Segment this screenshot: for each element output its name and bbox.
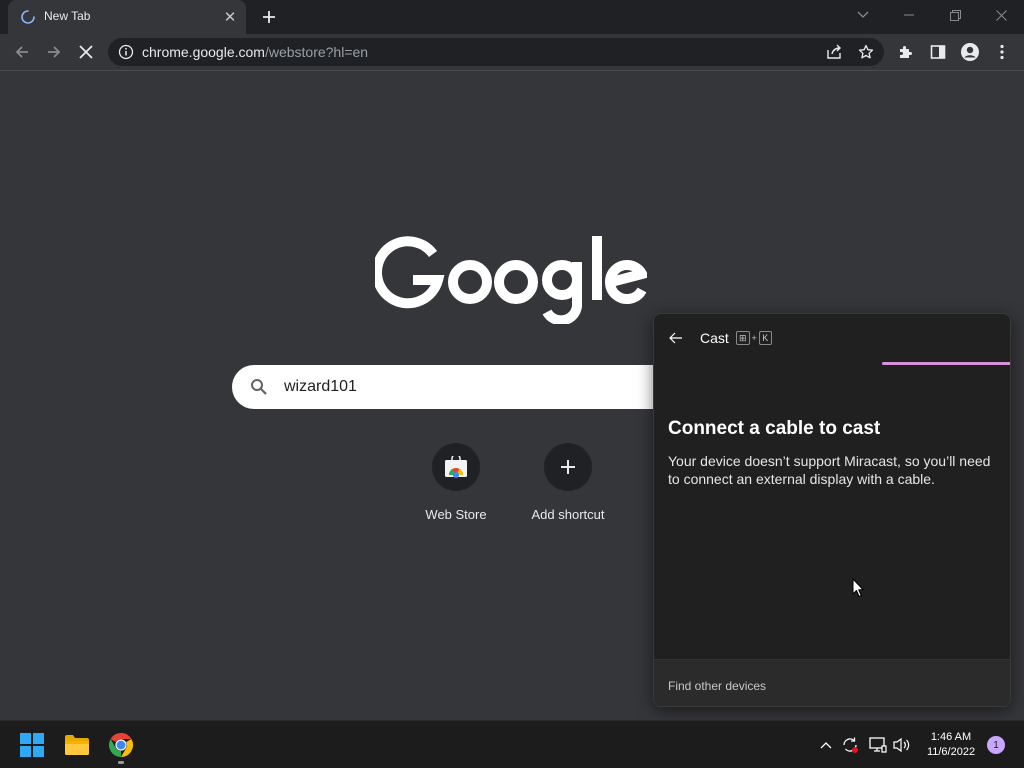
close-icon xyxy=(79,45,93,59)
close-window-button[interactable] xyxy=(978,0,1024,30)
back-button[interactable] xyxy=(666,328,686,348)
flyout-message: Your device doesn’t support Miracast, so… xyxy=(668,453,991,487)
close-icon xyxy=(995,9,1007,21)
stop-loading-button[interactable] xyxy=(72,38,100,66)
tab-new-tab[interactable]: New Tab ✕ xyxy=(8,0,246,34)
network-icon-button[interactable] xyxy=(868,735,888,755)
minimize-button[interactable] xyxy=(886,0,932,30)
show-hidden-icons-button[interactable] xyxy=(816,735,836,755)
taskbar-clock[interactable]: 1:46 AM 11/6/2022 xyxy=(916,730,986,760)
puzzle-icon xyxy=(900,46,912,58)
share-icon xyxy=(827,44,841,59)
tab-title: New Tab xyxy=(44,9,91,23)
chevron-up-icon xyxy=(820,742,832,749)
tab-strip: New Tab ✕ xyxy=(0,0,1024,34)
plus-icon xyxy=(263,11,275,23)
extensions-button[interactable] xyxy=(892,38,920,66)
star-icon xyxy=(858,44,874,59)
clock-time: 1:46 AM xyxy=(930,731,972,743)
volume-icon-button[interactable] xyxy=(892,735,912,755)
forward-button[interactable] xyxy=(40,38,68,66)
chrome-taskbar-button[interactable] xyxy=(101,725,141,765)
url-text[interactable]: chrome.google.com/webstore?hl=en xyxy=(142,44,368,60)
restore-icon xyxy=(949,9,961,21)
side-panel-button[interactable] xyxy=(924,38,952,66)
taskbar: 1:46 AM 11/6/2022 1 xyxy=(0,720,1024,768)
restore-button[interactable] xyxy=(932,0,978,30)
arrow-left-icon xyxy=(669,332,682,344)
new-tab-button[interactable] xyxy=(256,5,282,29)
arrow-right-icon xyxy=(48,46,61,58)
menu-button[interactable] xyxy=(988,38,1016,66)
search-icon xyxy=(251,379,267,395)
loading-spinner-icon xyxy=(21,10,35,24)
profile-icon xyxy=(961,43,979,61)
tab-close-icon[interactable]: ✕ xyxy=(222,9,238,26)
shortcut-icon-circle xyxy=(544,443,592,491)
back-button[interactable] xyxy=(8,38,36,66)
cast-flyout: Cast ⊞ + K Connect a cable to cast Your … xyxy=(653,313,1011,707)
browser-toolbar: chrome.google.com/webstore?hl=en xyxy=(0,34,1024,71)
folder-icon xyxy=(65,735,89,755)
profile-button[interactable] xyxy=(956,38,984,66)
file-explorer-button[interactable] xyxy=(57,725,97,765)
share-button[interactable] xyxy=(820,38,848,66)
windows-key-icon: ⊞ xyxy=(736,331,750,345)
mouse-pointer-icon xyxy=(852,578,864,597)
shortcut-icon-circle xyxy=(432,443,480,491)
searching-progress-bar xyxy=(882,362,1010,365)
tab-search-button[interactable] xyxy=(840,0,886,30)
running-indicator xyxy=(118,761,124,764)
network-icon xyxy=(869,737,887,753)
flyout-footer: Find other devices xyxy=(654,659,1010,706)
letter-key: K xyxy=(758,331,772,345)
clock-date: 11/6/2022 xyxy=(926,746,976,758)
notification-badge[interactable]: 1 xyxy=(987,736,1005,754)
flyout-heading: Connect a cable to cast xyxy=(668,418,881,439)
more-vert-icon xyxy=(1000,44,1004,60)
find-other-devices-link[interactable]: Find other devices xyxy=(668,679,766,693)
search-input[interactable]: wizard101 xyxy=(284,378,357,396)
bookmark-button[interactable] xyxy=(852,38,880,66)
minimize-icon xyxy=(904,14,914,16)
shortcut-label: Web Store xyxy=(425,507,487,522)
key-plus: + xyxy=(751,333,757,343)
sync-icon xyxy=(843,737,858,753)
sync-status-icon[interactable] xyxy=(840,735,860,755)
side-panel-icon xyxy=(930,45,946,59)
url-host: chrome.google.com xyxy=(142,44,265,60)
google-logo xyxy=(375,236,647,324)
flyout-title: Cast xyxy=(700,330,729,346)
add-shortcut-button[interactable]: Add shortcut xyxy=(512,440,624,532)
url-path: /webstore?hl=en xyxy=(264,44,369,60)
web-store-icon xyxy=(445,456,467,478)
keyboard-shortcut-hint: ⊞ + K xyxy=(736,331,772,345)
chrome-icon xyxy=(108,733,134,757)
chevron-down-icon xyxy=(857,11,869,18)
address-bar[interactable]: chrome.google.com/webstore?hl=en xyxy=(108,38,884,66)
arrow-left-icon xyxy=(15,46,28,58)
volume-icon xyxy=(893,737,910,753)
plus-icon xyxy=(561,460,575,474)
shortcut-label: Add shortcut xyxy=(531,507,605,522)
shortcut-web-store[interactable]: Web Store xyxy=(400,440,512,532)
windows-logo-icon xyxy=(20,733,44,757)
start-button[interactable] xyxy=(12,725,52,765)
info-icon[interactable] xyxy=(118,44,134,60)
